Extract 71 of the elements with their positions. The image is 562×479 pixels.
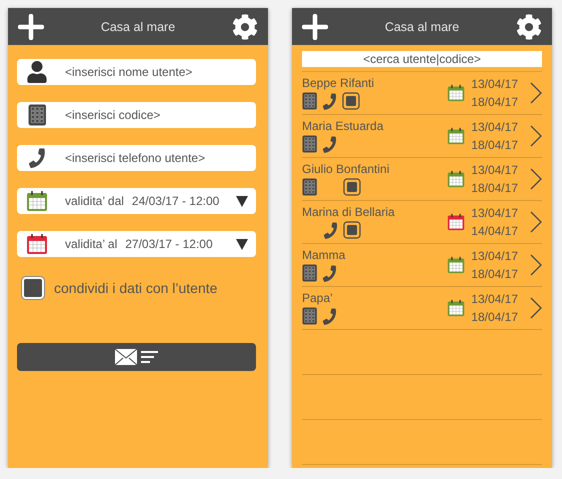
end-date: 18/04/17 bbox=[471, 137, 518, 154]
keypad-icon bbox=[302, 178, 318, 196]
keypad-icon bbox=[302, 307, 318, 325]
phone-icon bbox=[322, 308, 338, 324]
settings-icon bbox=[516, 14, 542, 40]
phone-icon bbox=[322, 266, 338, 280]
screen-title: Casa al mare bbox=[384, 20, 460, 34]
contact-row[interactable]: Maria Estuarda 13/04/17 18/04/17 bbox=[302, 115, 542, 158]
date-picker[interactable]: validita’ al 27/03/17 - 12:00 bbox=[17, 231, 256, 257]
contact-row[interactable]: Marina di Bellaria 13/04/17 14/04/17 bbox=[302, 201, 542, 244]
send-message-icon bbox=[114, 346, 160, 368]
user-field[interactable]: <inserisci nome utente> bbox=[17, 59, 256, 85]
contact-row[interactable]: Mamma 13/04/17 18/04/17 bbox=[302, 244, 542, 287]
share-label: condividi i dati con l’utente bbox=[54, 280, 218, 296]
contact-name: Giulio Bonfantini bbox=[302, 162, 390, 176]
chevron-right-icon bbox=[530, 211, 542, 233]
contact-row[interactable]: Beppe Rifanti 13/04/17 18/04/17 bbox=[302, 72, 542, 115]
user-icon bbox=[26, 61, 48, 83]
start-date: 13/04/17 bbox=[471, 205, 518, 222]
chevron-right-icon bbox=[530, 82, 542, 104]
contact-name: Beppe Rifanti bbox=[302, 76, 376, 90]
chevron-right-icon bbox=[530, 254, 542, 276]
add-button[interactable] bbox=[18, 14, 44, 40]
start-date: 13/04/17 bbox=[471, 162, 518, 179]
keypad-icon bbox=[302, 264, 318, 282]
contact-row[interactable]: Papa’ 13/04/17 18/04/17 bbox=[302, 287, 542, 330]
add-button[interactable] bbox=[302, 14, 328, 40]
chevron-right-icon bbox=[530, 168, 542, 190]
screen-title: Casa al mare bbox=[100, 20, 176, 34]
end-date: 18/04/17 bbox=[471, 266, 518, 283]
end-date: 18/04/17 bbox=[471, 309, 518, 326]
contact-name: Mamma bbox=[302, 248, 346, 262]
checkbox-icon bbox=[343, 178, 362, 196]
contact-name: Papa’ bbox=[302, 291, 334, 305]
caret-icon bbox=[236, 196, 248, 206]
caret-icon bbox=[236, 238, 248, 250]
start-date: 13/04/17 bbox=[471, 76, 518, 93]
contact-name: Marina di Bellaria bbox=[302, 205, 396, 219]
chevron-right-icon bbox=[530, 125, 542, 147]
end-date: 18/04/17 bbox=[471, 94, 518, 111]
settings-button[interactable] bbox=[516, 14, 542, 40]
checkbox-icon bbox=[342, 92, 360, 110]
keypad-icon bbox=[302, 92, 318, 110]
chevron-right-icon bbox=[530, 297, 542, 319]
code-field[interactable]: <inserisci codice> bbox=[17, 102, 256, 128]
start-date: 13/04/17 bbox=[471, 291, 518, 308]
keypad-icon bbox=[28, 104, 46, 126]
send-button[interactable] bbox=[17, 343, 256, 371]
phone-icon bbox=[323, 222, 338, 238]
search-field[interactable]: <cerca utente|codice> bbox=[302, 51, 542, 67]
phone-icon bbox=[28, 149, 46, 167]
start-date: 13/04/17 bbox=[471, 248, 518, 265]
phone-input[interactable]: <inserisci telefono utente> bbox=[57, 151, 256, 165]
phone-icon bbox=[322, 94, 338, 108]
add-icon bbox=[302, 14, 328, 40]
phone-icon bbox=[322, 136, 338, 152]
phone-field[interactable]: <inserisci telefono utente> bbox=[17, 145, 256, 171]
share-checkbox[interactable] bbox=[22, 277, 44, 299]
user-input[interactable]: <inserisci nome utente> bbox=[57, 65, 256, 79]
settings-icon bbox=[232, 14, 258, 40]
keypad-icon bbox=[302, 135, 318, 153]
add-icon bbox=[18, 14, 44, 40]
checkbox-icon bbox=[343, 221, 361, 239]
contact-name: Maria Estuarda bbox=[302, 119, 384, 133]
code-input[interactable]: <inserisci codice> bbox=[57, 108, 256, 122]
end-date: 18/04/17 bbox=[471, 180, 518, 197]
date-picker[interactable]: validita’ dal 24/03/17 - 12:00 bbox=[17, 188, 256, 214]
contact-row[interactable]: Giulio Bonfantini 13/04/17 18/04/17 bbox=[302, 158, 542, 201]
settings-button[interactable] bbox=[232, 14, 258, 40]
start-date: 13/04/17 bbox=[471, 119, 518, 136]
end-date: 14/04/17 bbox=[471, 223, 518, 240]
